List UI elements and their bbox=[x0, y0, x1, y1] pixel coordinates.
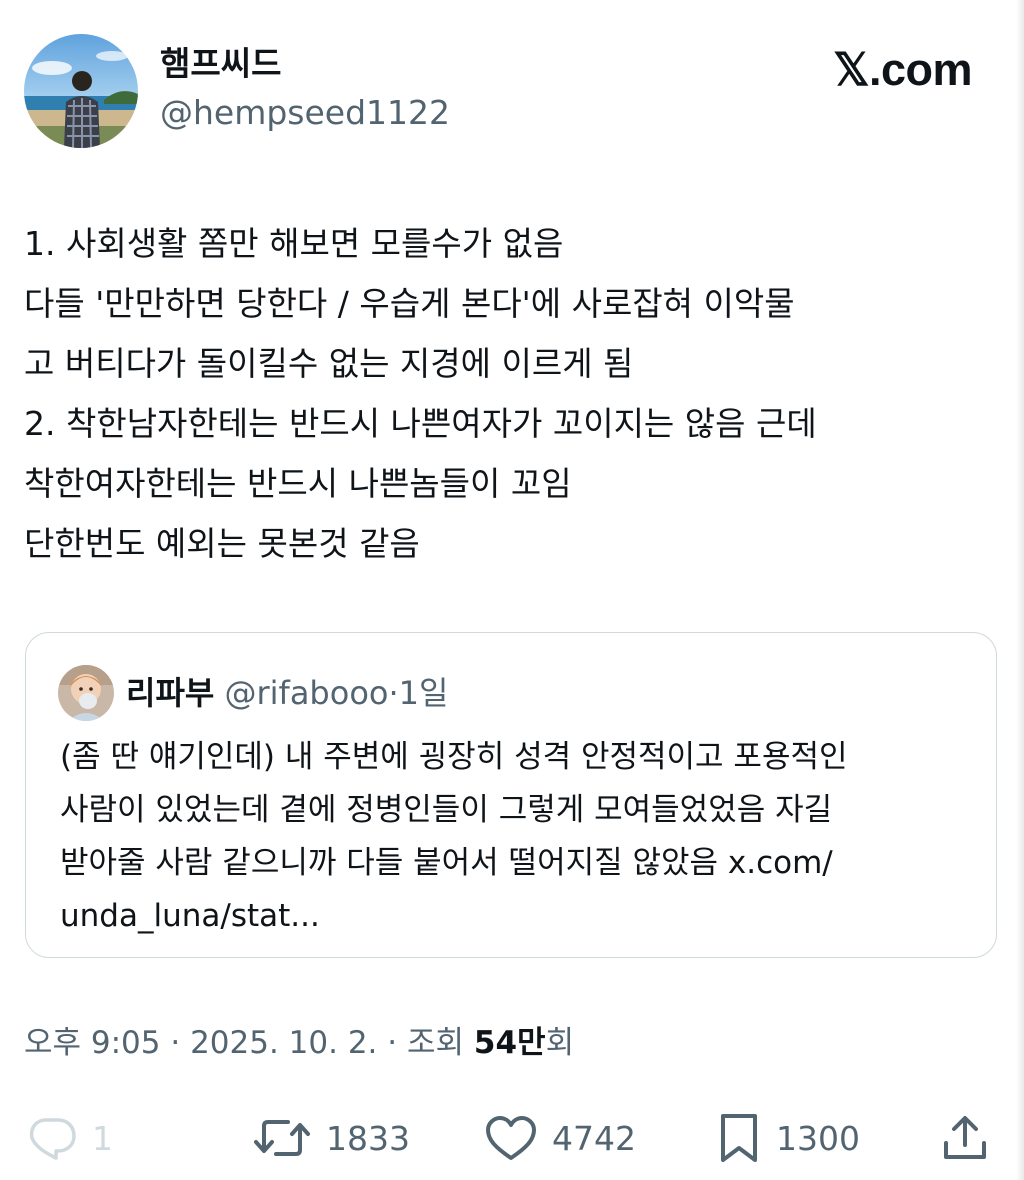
repost-button[interactable]: 1833 bbox=[252, 1108, 410, 1168]
views-label: 조회 bbox=[406, 1025, 474, 1061]
quoted-tweet-text: (좀 딴 얘기인데) 내 주변에 굉장히 성격 안정적이고 포용적인 사람이 있… bbox=[60, 731, 980, 943]
bookmark-count: 1300 bbox=[776, 1118, 860, 1158]
reply-icon bbox=[26, 1114, 78, 1162]
like-icon bbox=[484, 1114, 538, 1162]
author-avatar[interactable] bbox=[24, 34, 138, 148]
tweet-line: 2. 착한남자한테는 반드시 나쁜여자가 꼬이지는 않음 근데 bbox=[24, 404, 817, 443]
author-name[interactable]: 햄프씨드 bbox=[160, 44, 281, 84]
tweet-line: 다들 '만만하면 당한다 / 우습게 본다'에 사로잡혀 이악물 bbox=[24, 284, 795, 323]
share-button[interactable] bbox=[940, 1108, 990, 1168]
tweet-line: 착한여자한테는 반드시 나쁜놈들이 꼬임 bbox=[24, 464, 572, 503]
quoted-tweet-line: (좀 딴 얘기인데) 내 주변에 굉장히 성격 안정적이고 포용적인 bbox=[60, 739, 848, 775]
repost-icon bbox=[252, 1114, 312, 1162]
tweet-line: 1. 사회생활 쫌만 해보면 모를수가 없음 bbox=[24, 224, 564, 263]
views-count: 54만 bbox=[473, 1025, 546, 1061]
like-count: 4742 bbox=[552, 1118, 636, 1158]
dot-separator: · bbox=[377, 1025, 407, 1061]
share-icon bbox=[940, 1113, 990, 1163]
reply-count: 1 bbox=[92, 1118, 113, 1158]
tweet-line: 단한번도 예외는 못본것 같음 bbox=[24, 524, 420, 563]
tweet-line: 고 버티다가 돌이킬수 없는 지경에 이르게 됨 bbox=[24, 344, 634, 383]
tweet-date[interactable]: 2025. 10. 2. bbox=[190, 1025, 377, 1061]
quoted-author-name[interactable]: 리파부 bbox=[126, 674, 214, 712]
bookmark-icon bbox=[716, 1112, 762, 1164]
tweet-meta: 오후 9:05 · 2025. 10. 2. · 조회 54만회 bbox=[24, 1023, 574, 1063]
quoted-tweet-line: unda_luna/stat... bbox=[60, 898, 320, 934]
quoted-tweet-line: 받아줄 사람 같으니까 다들 붙어서 떨어지질 않았음 x.com/ bbox=[60, 845, 833, 881]
reply-button[interactable]: 1 bbox=[26, 1108, 113, 1168]
bookmark-button[interactable]: 1300 bbox=[716, 1108, 860, 1168]
author-handle[interactable]: @hempseed1122 bbox=[160, 93, 450, 133]
quoted-tweet-header: 리파부 @rifabooo·1일 bbox=[126, 673, 448, 713]
repost-count: 1833 bbox=[326, 1118, 410, 1158]
scrollbar-edge bbox=[1016, 0, 1024, 1180]
tweet-text: 1. 사회생활 쫌만 해보면 모를수가 없음 다들 '만만하면 당한다 / 우습… bbox=[24, 214, 1004, 574]
x-com-logo: 𝕏.com bbox=[833, 44, 972, 95]
quoted-author-avatar[interactable] bbox=[58, 665, 114, 721]
quoted-author-handle[interactable]: @rifabooo bbox=[225, 674, 389, 712]
dot-separator: · bbox=[388, 674, 399, 712]
like-button[interactable]: 4742 bbox=[484, 1108, 636, 1168]
views-suffix: 회 bbox=[545, 1025, 575, 1061]
quoted-tweet-line: 사람이 있었는데 곁에 정병인들이 그렇게 모여들었었음 자길 bbox=[60, 792, 833, 828]
tweet-time[interactable]: 오후 9:05 bbox=[24, 1025, 161, 1061]
quoted-tweet-time[interactable]: 1일 bbox=[399, 674, 449, 712]
quoted-tweet-card[interactable]: 리파부 @rifabooo·1일 (좀 딴 얘기인데) 내 주변에 굉장히 성격… bbox=[25, 632, 997, 958]
dot-separator: · bbox=[160, 1025, 191, 1061]
